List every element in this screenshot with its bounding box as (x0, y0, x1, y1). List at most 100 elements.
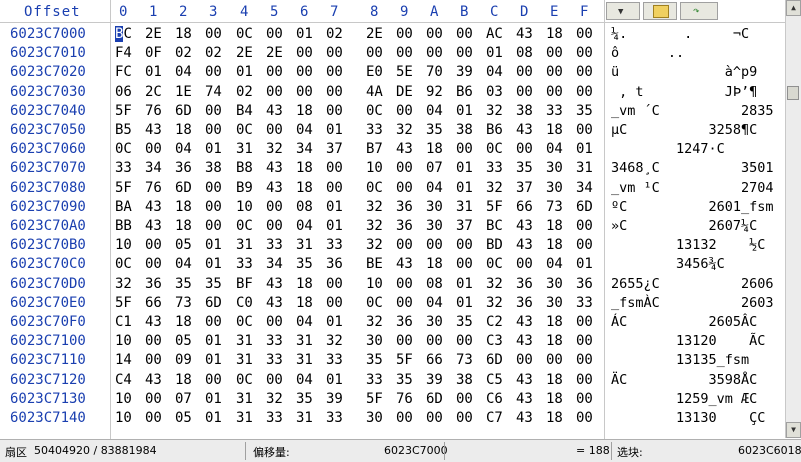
hex-byte[interactable]: 6D (426, 390, 443, 409)
hex-byte[interactable]: 1E (175, 83, 192, 102)
hex-byte[interactable]: 6D (175, 102, 192, 121)
hex-byte[interactable]: 32 (366, 313, 383, 332)
hex-byte[interactable]: B7 (366, 140, 383, 159)
hex-byte[interactable]: 5F (366, 390, 383, 409)
hex-byte[interactable]: 18 (296, 275, 313, 294)
hex-row[interactable]: 6023C70D0 32 36 35 35 BF 43 18 00 10 00 08 01 32 36 30 3… (0, 275, 786, 294)
hex-byte[interactable]: 00 (296, 83, 313, 102)
hex-byte[interactable]: 33 (236, 255, 253, 274)
hex-byte[interactable]: 30 (546, 294, 563, 313)
hex-byte[interactable]: 05 (175, 332, 192, 351)
vertical-scrollbar[interactable]: ▲ ▼ (785, 0, 801, 438)
hex-byte[interactable]: 31 (296, 236, 313, 255)
hex-byte[interactable]: 10 (366, 275, 383, 294)
hex-byte[interactable]: 03 (486, 83, 503, 102)
hex-byte[interactable]: BB (115, 217, 132, 236)
hex-byte[interactable]: 00 (266, 313, 283, 332)
hex-byte[interactable]: 18 (546, 236, 563, 255)
ascii-text[interactable]: 2655¿C 2606 (611, 275, 774, 294)
hex-byte[interactable]: 00 (145, 409, 162, 428)
hex-byte[interactable]: 00 (456, 140, 473, 159)
hex-byte[interactable]: 18 (546, 217, 563, 236)
hex-byte[interactable]: 18 (546, 371, 563, 390)
hex-byte[interactable]: 74 (205, 83, 222, 102)
hex-byte[interactable]: 00 (426, 409, 443, 428)
hex-byte[interactable]: BC (486, 217, 503, 236)
hex-byte[interactable]: 18 (296, 159, 313, 178)
hex-byte[interactable]: 00 (426, 236, 443, 255)
hex-byte[interactable]: 18 (296, 102, 313, 121)
hex-byte[interactable]: 43 (516, 25, 533, 44)
hex-byte[interactable]: C5 (486, 371, 503, 390)
hex-byte[interactable]: 0C (486, 255, 503, 274)
hex-byte[interactable]: 43 (266, 294, 283, 313)
hex-byte[interactable]: 00 (576, 44, 593, 63)
hex-byte[interactable]: 5F (486, 198, 503, 217)
hex-byte[interactable]: 38 (456, 121, 473, 140)
hex-byte[interactable]: 36 (396, 313, 413, 332)
hex-byte[interactable]: 43 (266, 102, 283, 121)
hex-byte[interactable]: 35 (426, 121, 443, 140)
hex-byte[interactable]: 5F (115, 179, 132, 198)
hex-byte[interactable]: 30 (426, 313, 443, 332)
hex-byte[interactable]: 02 (205, 44, 222, 63)
hex-byte[interactable]: 00 (576, 390, 593, 409)
hex-byte[interactable]: 39 (456, 63, 473, 82)
hex-byte[interactable]: 38 (456, 371, 473, 390)
hex-byte[interactable]: 00 (576, 83, 593, 102)
hex-byte[interactable]: 05 (175, 409, 192, 428)
ascii-text[interactable]: µC 3258¶C (611, 121, 757, 140)
hex-byte[interactable]: 35 (296, 255, 313, 274)
hex-byte[interactable]: 18 (546, 25, 563, 44)
hex-byte[interactable]: 00 (266, 371, 283, 390)
folder-button[interactable] (643, 2, 677, 20)
hex-byte[interactable]: 04 (426, 294, 443, 313)
hex-byte[interactable]: 70 (426, 63, 443, 82)
hex-byte[interactable]: 10 (366, 159, 383, 178)
hex-byte[interactable]: 00 (516, 140, 533, 159)
hex-byte[interactable]: 00 (576, 236, 593, 255)
hex-byte[interactable]: 0F (145, 44, 162, 63)
ascii-text[interactable]: ÄC 3598ÅC (611, 371, 757, 390)
hex-byte[interactable]: 00 (396, 25, 413, 44)
hex-byte[interactable]: 35 (296, 390, 313, 409)
hex-byte[interactable]: 01 (205, 390, 222, 409)
hex-byte[interactable]: 0C (236, 25, 253, 44)
hex-byte[interactable]: 33 (326, 409, 343, 428)
hex-byte[interactable]: 6D (175, 179, 192, 198)
hex-byte[interactable]: 5F (396, 351, 413, 370)
hex-byte[interactable]: 04 (296, 313, 313, 332)
hex-byte[interactable]: B4 (236, 102, 253, 121)
hex-byte[interactable]: 00 (326, 179, 343, 198)
hex-byte[interactable]: 35 (456, 313, 473, 332)
hex-byte[interactable]: 32 (486, 294, 503, 313)
hex-byte[interactable]: 43 (266, 179, 283, 198)
hex-byte[interactable]: 00 (205, 217, 222, 236)
hex-byte[interactable]: 36 (396, 217, 413, 236)
hex-row[interactable]: 6023C7000 BC 2E 18 00 0C 00 01 02 2E 00 00 00 AC 43 18 0… (0, 25, 786, 44)
hex-byte[interactable]: B6 (456, 83, 473, 102)
hex-byte[interactable]: 6D (576, 198, 593, 217)
hex-byte[interactable]: 73 (456, 351, 473, 370)
hex-byte[interactable]: 02 (175, 44, 192, 63)
ascii-text[interactable]: ÁC 2605ÂC (611, 313, 757, 332)
hex-byte[interactable]: 33 (326, 351, 343, 370)
ascii-text[interactable]: 13132 ½C (611, 236, 765, 255)
hex-byte[interactable]: 0C (236, 217, 253, 236)
hex-byte[interactable]: 37 (456, 217, 473, 236)
hex-byte[interactable]: 33 (115, 159, 132, 178)
hex-byte[interactable]: 2E (236, 44, 253, 63)
hex-byte[interactable]: 18 (546, 313, 563, 332)
hex-byte[interactable]: 6D (205, 294, 222, 313)
hex-byte[interactable]: 00 (576, 63, 593, 82)
hex-byte[interactable]: 01 (456, 102, 473, 121)
hex-byte[interactable]: 05 (175, 236, 192, 255)
hex-byte[interactable]: 01 (456, 294, 473, 313)
hex-byte[interactable]: 36 (516, 294, 533, 313)
hex-byte[interactable]: 31 (236, 409, 253, 428)
hex-row[interactable]: 6023C7030 06 2C 1E 74 02 00 00 00 4A DE 92 B6 03 00 00 0… (0, 83, 786, 102)
hex-byte[interactable]: 31 (236, 236, 253, 255)
hex-byte[interactable]: 04 (296, 121, 313, 140)
hex-byte[interactable]: BD (486, 236, 503, 255)
hex-byte[interactable]: 18 (175, 217, 192, 236)
